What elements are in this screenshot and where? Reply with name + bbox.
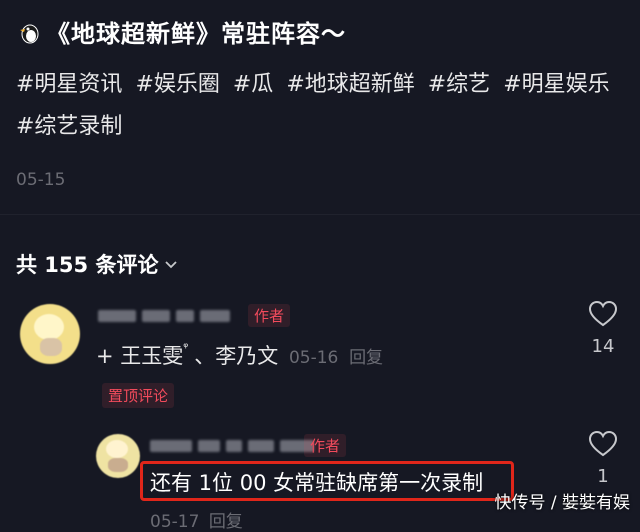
hashtag[interactable]: #地球超新鲜 xyxy=(286,72,414,97)
like-button[interactable]: 14 xyxy=(586,300,620,357)
post-title: 《地球超新鲜》常驻阵容～ xyxy=(46,20,346,48)
post-title-row: 《地球超新鲜》常驻阵容～ xyxy=(16,14,346,49)
heart-icon xyxy=(588,300,618,327)
hashtag[interactable]: #明星娱乐 xyxy=(503,72,609,97)
reply-meta: 05-17 回复 xyxy=(150,507,243,532)
comment-date: 05-16 xyxy=(288,348,339,368)
penguin-icon xyxy=(16,19,42,45)
hashtag-list: #明星资讯 #娱乐圈 #瓜 #地球超新鲜 #综艺 #明星娱乐 #综艺录制 xyxy=(16,64,616,148)
reply-date: 05-17 xyxy=(150,512,200,532)
like-button[interactable]: 1 xyxy=(586,430,620,487)
author-badge: 作者 xyxy=(304,434,347,457)
heart-icon xyxy=(588,430,618,457)
comment-count-label: 共 155 条评论 xyxy=(16,253,159,277)
hashtag[interactable]: #综艺 xyxy=(428,72,490,97)
reply-body: 还有 1位 00 女常驻缺席第一次录制 xyxy=(150,471,484,495)
avatar[interactable] xyxy=(96,434,140,478)
mention-link[interactable]: + 王玉雯 xyxy=(96,344,183,368)
comment-body: + 王玉雯ᵠ 、李乃文 05-16 回复 xyxy=(96,340,383,370)
reply-button[interactable]: 回复 xyxy=(349,348,383,368)
mention-text[interactable]: 、李乃文 xyxy=(194,344,278,368)
search-icon: ᵠ xyxy=(183,340,189,354)
hashtag[interactable]: #明星资讯 xyxy=(16,72,122,97)
blurred-username[interactable] xyxy=(98,310,230,322)
avatar[interactable] xyxy=(20,304,80,364)
like-count: 1 xyxy=(597,466,609,487)
blurred-username[interactable] xyxy=(150,440,314,452)
post-date: 05-15 xyxy=(16,170,66,190)
hashtag[interactable]: #瓜 xyxy=(233,72,273,97)
chevron-down-icon xyxy=(165,261,178,269)
reply-button[interactable]: 回复 xyxy=(209,512,243,532)
hashtag[interactable]: #综艺录制 xyxy=(16,114,122,139)
author-badge: 作者 xyxy=(248,304,291,327)
comment-count-toggle[interactable]: 共 155 条评论 xyxy=(16,249,178,279)
hashtag[interactable]: #娱乐圈 xyxy=(135,72,219,97)
pinned-badge: 置顶评论 xyxy=(102,383,175,408)
watermark: 快传号 / 娤娤有娱 xyxy=(494,493,630,513)
divider xyxy=(0,214,640,215)
like-count: 14 xyxy=(591,336,615,357)
